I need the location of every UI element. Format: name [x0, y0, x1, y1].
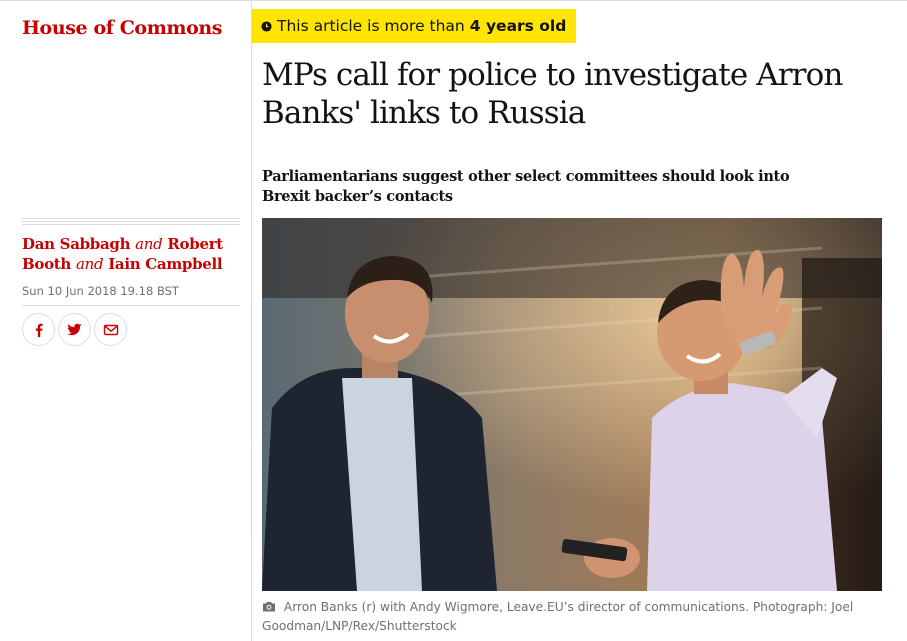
- email-icon: [103, 324, 118, 335]
- article-age-badge: This article is more than 4 years old: [252, 9, 577, 43]
- twitter-icon: [67, 323, 82, 336]
- age-notice-text: This article is more than: [277, 17, 465, 35]
- article-headline: MPs call for police to investigate Arron…: [262, 57, 843, 131]
- date-divider: [22, 305, 240, 306]
- share-buttons: [22, 313, 127, 346]
- share-facebook-button[interactable]: [22, 313, 55, 346]
- author-link-iain-campbell[interactable]: Iain Campbell: [108, 255, 222, 273]
- left-meta-column: House of Commons Dan Sabbagh and Robert …: [0, 0, 252, 641]
- age-notice-emphasis: 4 years old: [469, 17, 567, 35]
- caption-text: Arron Banks (r) with Andy Wigmore, Leave…: [262, 600, 854, 633]
- clock-icon: [261, 20, 272, 32]
- byline-and: and: [135, 235, 163, 253]
- camera-icon: [263, 602, 275, 612]
- main-photo: [262, 218, 882, 591]
- facebook-icon: [35, 323, 43, 337]
- share-email-button[interactable]: [94, 313, 127, 346]
- byline: Dan Sabbagh and Robert Booth and Iain Ca…: [22, 234, 237, 274]
- author-link-dan-sabbagh[interactable]: Dan Sabbagh: [22, 235, 131, 253]
- photo-illustration: [262, 218, 882, 591]
- byline-and: and: [75, 255, 104, 273]
- dateline: Sun 10 Jun 2018 19.18 BST: [22, 284, 179, 298]
- section-link[interactable]: House of Commons: [22, 17, 222, 39]
- share-twitter-button[interactable]: [58, 313, 91, 346]
- article-standfirst: Parliamentarians suggest other select co…: [262, 168, 790, 205]
- photo-caption: Arron Banks (r) with Andy Wigmore, Leave…: [262, 598, 882, 636]
- byline-divider: [22, 218, 240, 226]
